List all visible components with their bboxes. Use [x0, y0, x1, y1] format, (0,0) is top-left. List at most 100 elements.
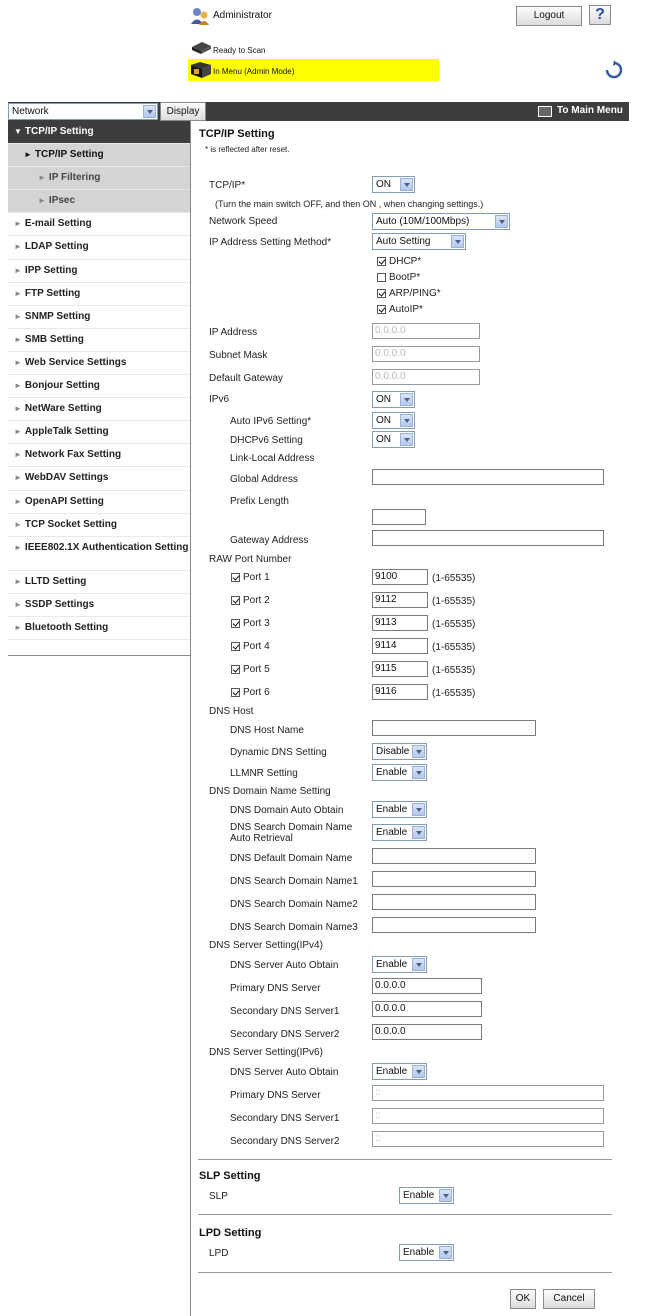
- lpd-select[interactable]: Enable: [399, 1244, 454, 1261]
- sidebar-item-lltd[interactable]: ► LLTD Setting: [8, 571, 190, 594]
- dns-ipv6-auto-select-value: Enable: [376, 1066, 408, 1077]
- arrow-icon: ►: [14, 622, 22, 632]
- chevron-down-icon: [412, 958, 425, 971]
- dns-ipv4-auto-select[interactable]: Enable: [372, 956, 427, 973]
- dynamic-dns-select[interactable]: Disable: [372, 743, 427, 760]
- dhcpv6-select[interactable]: ON: [372, 431, 415, 448]
- dns-default-domain-input[interactable]: [372, 848, 536, 864]
- tcpip-hint: (Turn the main switch OFF, and then ON ,…: [215, 199, 484, 209]
- port-3-checkbox[interactable]: [231, 619, 240, 628]
- dns-ipv6-secondary-1-input[interactable]: ::: [372, 1108, 604, 1124]
- bootp-checkbox[interactable]: [377, 273, 386, 282]
- sidebar-item-ldap[interactable]: ► LDAP Setting: [8, 236, 190, 260]
- ip-method-select[interactable]: Auto Setting: [372, 233, 466, 250]
- dns-ipv4-secondary-1-label: Secondary DNS Server1: [230, 1006, 340, 1017]
- help-button[interactable]: ?: [589, 5, 611, 25]
- port-2-checkbox[interactable]: [231, 596, 240, 605]
- status-text: Ready to Scan: [213, 46, 266, 55]
- ip-address-input[interactable]: 0.0.0.0: [372, 323, 480, 339]
- sidebar-item-openapi[interactable]: ► OpenAPI Setting: [8, 491, 190, 514]
- port-4-input[interactable]: 9114: [372, 638, 428, 654]
- chevron-down-icon: [412, 1065, 425, 1078]
- sidebar-item-tcp-socket[interactable]: ► TCP Socket Setting: [8, 514, 190, 537]
- dns-domain-auto-label: DNS Domain Auto Obtain: [230, 805, 344, 816]
- sidebar-subitem-tcpip[interactable]: ► TCP/IP Setting: [8, 144, 190, 168]
- sidebar-item-label: SSDP Settings: [24, 598, 95, 610]
- arrow-icon: ►: [14, 496, 22, 506]
- refresh-icon[interactable]: [604, 60, 624, 83]
- sidebar-item-ipp[interactable]: ► IPP Setting: [8, 260, 190, 283]
- sidebar-item-ssdp[interactable]: ► SSDP Settings: [8, 594, 190, 617]
- llmnr-select[interactable]: Enable: [372, 764, 427, 781]
- logout-button[interactable]: Logout: [516, 6, 582, 26]
- speed-label: Network Speed: [209, 216, 278, 227]
- sidebar-subitem-ip-filtering[interactable]: ► IP Filtering: [8, 167, 190, 191]
- ip-method-label: IP Address Setting Method*: [209, 237, 332, 248]
- lpd-select-value: Enable: [403, 1247, 435, 1258]
- sidebar-item-ieee8021x[interactable]: ► IEEE802.1X Authentication Setting: [8, 537, 190, 571]
- autoip-label: AutoIP*: [389, 304, 423, 315]
- sidebar-item-label: IP Filtering: [48, 172, 101, 184]
- sidebar-item-smb[interactable]: ► SMB Setting: [8, 329, 190, 352]
- ipv6-select[interactable]: ON: [372, 391, 415, 408]
- category-select[interactable]: Network: [8, 103, 158, 120]
- dns-ipv4-primary-input[interactable]: 0.0.0.0: [372, 978, 482, 994]
- global-address-input[interactable]: [372, 469, 604, 485]
- dhcp-checkbox[interactable]: [377, 257, 386, 266]
- dns-search-3-label: DNS Search Domain Name3: [230, 922, 358, 933]
- gateway-address-input[interactable]: [372, 530, 604, 546]
- dns-host-name-input[interactable]: [372, 720, 536, 736]
- sidebar-item-email[interactable]: ► E-mail Setting: [8, 213, 190, 237]
- port-1-input[interactable]: 9100: [372, 569, 428, 585]
- dns-search-auto-select[interactable]: Enable: [372, 824, 427, 841]
- sidebar-item-tcpip[interactable]: ▼ TCP/IP Setting: [8, 121, 190, 145]
- dns-ipv6-auto-label: DNS Server Auto Obtain: [230, 1067, 339, 1078]
- sidebar-subitem-ipsec[interactable]: ► IPsec: [8, 190, 190, 214]
- sidebar-item-bonjour[interactable]: ► Bonjour Setting: [8, 375, 190, 399]
- sidebar-item-web-service[interactable]: ► Web Service Settings: [8, 352, 190, 376]
- dns-search-3-input[interactable]: [372, 917, 536, 933]
- sidebar-item-ftp[interactable]: ► FTP Setting: [8, 283, 190, 306]
- link-local-label: Link-Local Address: [230, 453, 315, 464]
- sidebar-item-netware[interactable]: ► NetWare Setting: [8, 398, 190, 422]
- port-4-checkbox[interactable]: [231, 642, 240, 651]
- tcpip-select[interactable]: ON: [372, 176, 415, 193]
- dns-ipv6-primary-input[interactable]: ::: [372, 1085, 604, 1101]
- arrow-icon: ►: [14, 599, 22, 609]
- sidebar-item-webdav[interactable]: ► WebDAV Settings: [8, 467, 190, 491]
- sidebar-item-snmp[interactable]: ► SNMP Setting: [8, 306, 190, 329]
- port-6-input[interactable]: 9116: [372, 684, 428, 700]
- sidebar: ▼ TCP/IP Setting ► TCP/IP Setting ► IP Filt…: [8, 121, 190, 640]
- dns-ipv4-secondary-1-input[interactable]: 0.0.0.0: [372, 1001, 482, 1017]
- slp-select[interactable]: Enable: [399, 1187, 454, 1204]
- dns-ipv6-secondary-2-input[interactable]: ::: [372, 1131, 604, 1147]
- port-4-range: (1-65535): [432, 642, 476, 653]
- port-2-input[interactable]: 9112: [372, 592, 428, 608]
- sidebar-item-appletalk[interactable]: ► AppleTalk Setting: [8, 421, 190, 445]
- sidebar-border: [190, 121, 191, 1316]
- ok-button[interactable]: OK: [510, 1289, 536, 1309]
- port-1-checkbox[interactable]: [231, 573, 240, 582]
- dns-search-1-input[interactable]: [372, 871, 536, 887]
- autoip-checkbox[interactable]: [377, 305, 386, 314]
- display-button[interactable]: Display: [160, 102, 206, 121]
- sidebar-item-label: IPP Setting: [24, 264, 78, 276]
- port-6-checkbox[interactable]: [231, 688, 240, 697]
- default-gateway-input[interactable]: 0.0.0.0: [372, 369, 480, 385]
- cancel-button[interactable]: Cancel: [543, 1289, 595, 1309]
- port-5-checkbox[interactable]: [231, 665, 240, 674]
- subnet-mask-input[interactable]: 0.0.0.0: [372, 346, 480, 362]
- arp-ping-checkbox[interactable]: [377, 289, 386, 298]
- dns-search-2-input[interactable]: [372, 894, 536, 910]
- dns-domain-auto-select[interactable]: Enable: [372, 801, 427, 818]
- dns-ipv4-secondary-2-input[interactable]: 0.0.0.0: [372, 1024, 482, 1040]
- speed-select[interactable]: Auto (10M/100Mbps): [372, 213, 510, 230]
- prefix-length-input[interactable]: [372, 509, 426, 525]
- sidebar-item-network-fax[interactable]: ► Network Fax Setting: [8, 444, 190, 468]
- port-5-input[interactable]: 9115: [372, 661, 428, 677]
- port-3-input[interactable]: 9113: [372, 615, 428, 631]
- auto-ipv6-select[interactable]: ON: [372, 412, 415, 429]
- arrow-icon: ►: [14, 473, 22, 483]
- sidebar-item-bluetooth[interactable]: ► Bluetooth Setting: [8, 617, 190, 640]
- dns-ipv6-auto-select[interactable]: Enable: [372, 1063, 427, 1080]
